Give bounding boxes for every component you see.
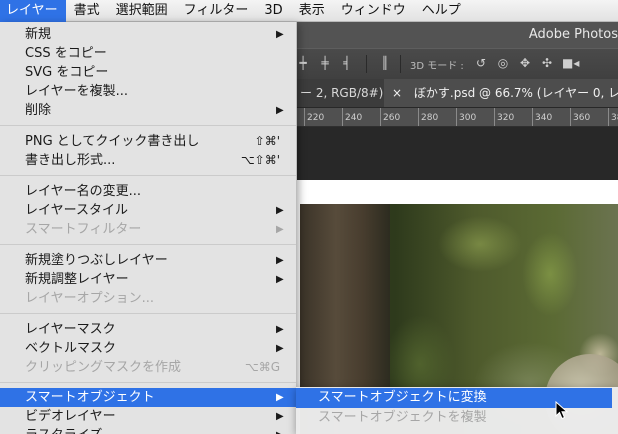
align-center-icon[interactable]: ╪ <box>318 56 332 70</box>
menu-item-smart-filter: スマートフィルター ▶ <box>25 222 284 237</box>
submenu-arrow-icon: ▶ <box>276 105 284 116</box>
3d-slide-icon[interactable]: ✣ <box>540 56 554 70</box>
ruler-label: 260 <box>380 108 400 126</box>
submenu-arrow-icon: ▶ <box>276 274 284 285</box>
close-tab-icon[interactable]: × <box>392 86 402 100</box>
mouse-cursor-icon <box>555 401 569 420</box>
menu-item-quick-export-png[interactable]: PNG としてクイック書き出し ⇧⌘' <box>0 132 296 151</box>
menu-filter[interactable]: フィルター <box>176 0 257 22</box>
submenu-arrow-icon: ▶ <box>276 343 284 354</box>
menu-item-export-as[interactable]: 書き出し形式... ⌥⇧⌘' <box>0 151 296 170</box>
menu-window[interactable]: ウィンドウ <box>333 0 414 22</box>
3d-mode-label: 3D モード : <box>410 61 464 72</box>
shortcut-label: ⌥⇧⌘' <box>240 153 280 167</box>
menu-3d[interactable]: 3D <box>256 0 290 22</box>
document-tab-active[interactable]: × ぼかす.psd @ 66.7% (レイヤー 0, レイ <box>384 79 618 107</box>
ruler-label: 240 <box>342 108 362 126</box>
document-tab-label: ぼかす.psd @ 66.7% (レイヤー 0, レイ <box>413 86 618 100</box>
submenu-arrow-icon: ▶ <box>276 324 284 335</box>
menu-item-duplicate-layer[interactable]: レイヤーを複製... <box>0 82 296 101</box>
app-titlebar: Adobe Photos <box>296 22 618 48</box>
menu-view[interactable]: 表示 <box>291 0 333 22</box>
shortcut-label: ⇧⌘' <box>254 134 280 148</box>
submenu-arrow-icon: ▶ <box>276 224 284 235</box>
3d-pan-icon[interactable]: ✥ <box>518 56 532 70</box>
ruler-label: 320 <box>494 108 514 126</box>
menu-item-layer-style[interactable]: レイヤースタイル ▶ <box>0 201 296 220</box>
options-separator <box>400 55 401 73</box>
ruler-label: 38 <box>608 108 618 126</box>
3d-scale-icon[interactable]: ■◂ <box>562 56 579 70</box>
layer-menu-dropdown: 新規 ▶ CSS をコピー SVG をコピー レイヤーを複製... 削除 ▶ P… <box>0 22 297 434</box>
menu-bar: レイヤー 書式 選択範囲 フィルター 3D 表示 ウィンドウ ヘルプ <box>0 0 618 22</box>
menu-help[interactable]: ヘルプ <box>414 0 469 22</box>
menu-select[interactable]: 選択範囲 <box>108 0 176 22</box>
menu-item-layer-options: レイヤーオプション... <box>25 291 155 306</box>
3d-rotate-icon[interactable]: ↺ <box>474 56 488 70</box>
ruler-label: 340 <box>532 108 552 126</box>
shortcut-label: ⌥⌘G <box>244 360 280 374</box>
menu-item-delete[interactable]: 削除 ▶ <box>0 101 296 120</box>
menu-separator <box>0 313 296 314</box>
menu-layer[interactable]: レイヤー <box>0 0 66 22</box>
align-icon[interactable]: ┿ <box>296 56 310 70</box>
menu-type[interactable]: 書式 <box>66 0 108 22</box>
ruler-label: 280 <box>418 108 438 126</box>
ruler-label: 220 <box>304 108 324 126</box>
submenu-arrow-icon: ▶ <box>276 29 284 40</box>
submenu-arrow-icon: ▶ <box>276 392 284 403</box>
menu-item-new-adjustment-layer[interactable]: 新規調整レイヤー ▶ <box>0 270 296 289</box>
menu-item-layer-mask[interactable]: レイヤーマスク ▶ <box>0 320 296 339</box>
smart-object-submenu: スマートオブジェクトに変換 スマートオブジェクトを複製 <box>296 387 618 434</box>
distribute-icon[interactable]: ║ <box>378 56 392 70</box>
submenu-arrow-icon: ▶ <box>276 205 284 216</box>
ruler-label: 300 <box>456 108 476 126</box>
3d-roll-icon[interactable]: ◎ <box>496 56 510 70</box>
menu-separator <box>0 382 296 383</box>
menu-separator <box>0 175 296 176</box>
app-title: Adobe Photos <box>528 27 618 42</box>
menu-item-rename-layer[interactable]: レイヤー名の変更... <box>0 182 296 201</box>
menu-item-create-clipping-mask: クリッピングマスクを作成 ⌥⌘G <box>25 360 280 375</box>
menu-item-vector-mask[interactable]: ベクトルマスク ▶ <box>0 339 296 358</box>
document-tab[interactable]: ー 2, RGB/8#) <box>296 79 388 107</box>
menu-item-smart-object[interactable]: スマートオブジェクト ▶ <box>0 388 296 407</box>
options-separator <box>366 55 367 73</box>
submenu-arrow-icon: ▶ <box>276 411 284 422</box>
align-right-icon[interactable]: ╡ <box>340 56 354 70</box>
menu-item-new[interactable]: 新規 ▶ <box>0 25 296 44</box>
options-bar: ┿ ╪ ╡ ║ 3D モード : ↺ ◎ ✥ ✣ ■◂ <box>296 48 618 80</box>
menu-item-rasterize[interactable]: ラスタライズ ▶ <box>0 426 296 434</box>
menu-separator <box>0 244 296 245</box>
horizontal-ruler: 220 240 260 280 300 320 340 360 38 <box>296 108 618 127</box>
menu-item-video-layer[interactable]: ビデオレイヤー ▶ <box>0 407 296 426</box>
menu-separator <box>0 125 296 126</box>
submenu-arrow-icon: ▶ <box>276 426 284 434</box>
submenu-arrow-icon: ▶ <box>276 255 284 266</box>
menu-item-copy-svg[interactable]: SVG をコピー <box>0 63 296 82</box>
ruler-label: 360 <box>570 108 590 126</box>
menu-item-new-fill-layer[interactable]: 新規塗りつぶしレイヤー ▶ <box>0 251 296 270</box>
menu-item-copy-css[interactable]: CSS をコピー <box>0 44 296 63</box>
document-tabs: ー 2, RGB/8#) × ぼかす.psd @ 66.7% (レイヤー 0, … <box>296 79 618 108</box>
